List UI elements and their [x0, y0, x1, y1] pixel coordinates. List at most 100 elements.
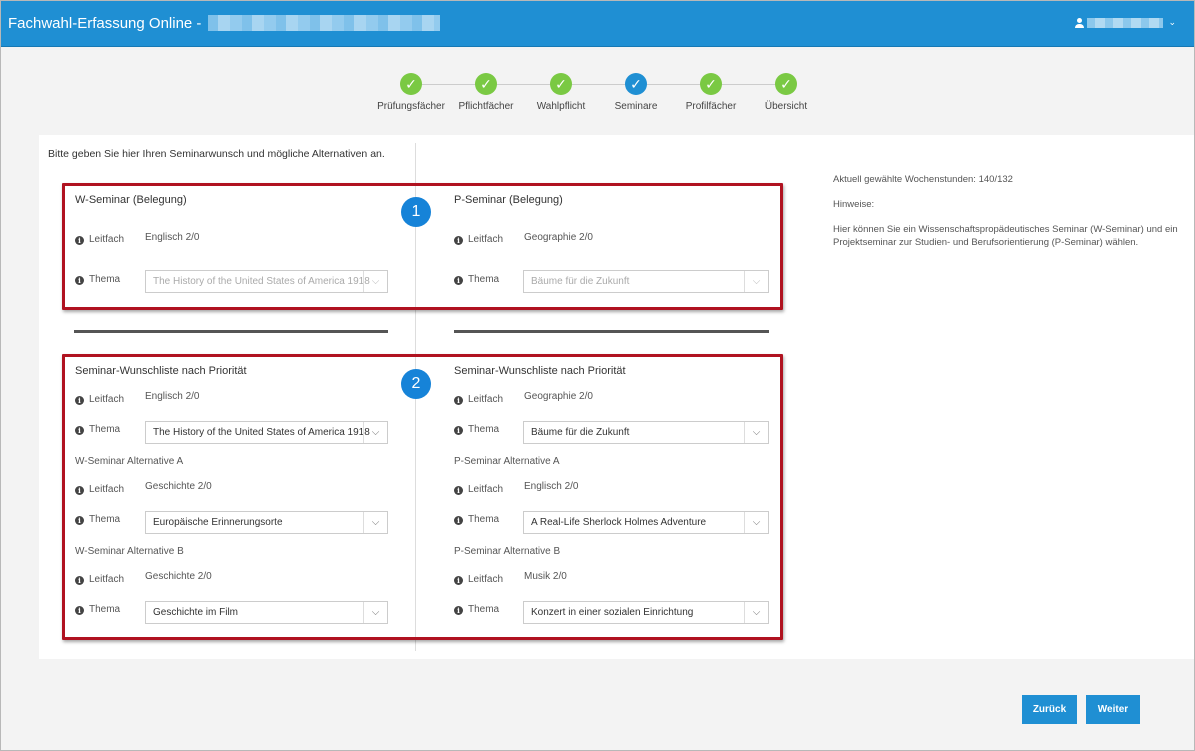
weekly-hours: Aktuell gewählte Wochenstunden: 140/132: [833, 174, 1013, 185]
w-seminar-belegung-title: W-Seminar (Belegung): [75, 194, 187, 206]
p-alt-b-leitfach-label: i Leitfach: [454, 574, 503, 585]
check-icon: ✓: [625, 73, 647, 95]
chevron-down-icon: ⌵: [363, 271, 387, 292]
w-alt-b-thema-select[interactable]: Geschichte im Film ⌵: [145, 601, 388, 624]
check-icon: ✓: [475, 73, 497, 95]
p-alt-b-thema-label: i Thema: [454, 604, 499, 615]
p-seminar-belegung-title: P-Seminar (Belegung): [454, 194, 563, 206]
w-alt-a-thema-label: i Thema: [75, 514, 120, 525]
p-wunsch-thema-label: i Thema: [454, 424, 499, 435]
redacted-school-name: [207, 15, 440, 31]
app-title: Fachwahl-Erfassung Online -: [8, 15, 440, 32]
step-label: Prüfungsfächer: [377, 101, 445, 112]
w-alt-b-leitfach-label: i Leitfach: [75, 574, 124, 585]
app-title-text: Fachwahl-Erfassung Online -: [8, 15, 202, 32]
info-icon: i: [75, 426, 84, 435]
p-alt-b-leitfach-value: Musik 2/0: [524, 571, 567, 582]
step-pruefungsfaecher[interactable]: ✓ Prüfungsfächer: [373, 73, 449, 112]
p-belegung-thema-select: Bäume für die Zukunft ⌵: [523, 270, 769, 293]
p-wunsch-thema-select[interactable]: Bäume für die Zukunft ⌵: [523, 421, 769, 444]
step-profilfaecher[interactable]: ✓ Profilfächer: [673, 73, 749, 112]
step-label: Übersicht: [764, 101, 808, 112]
chevron-down-icon: ⌄: [1168, 17, 1176, 27]
user-icon: [1075, 17, 1085, 28]
p-wunsch-leitfach-label: i Leitfach: [454, 394, 503, 405]
chevron-down-icon: ⌵: [744, 271, 768, 292]
chevron-down-icon: ⌵: [744, 512, 768, 533]
p-alt-a-leitfach-value: Englisch 2/0: [524, 481, 579, 492]
info-icon: i: [75, 516, 84, 525]
annotation-badge-1: 1: [401, 197, 431, 227]
info-icon: i: [75, 606, 84, 615]
step-wahlpflicht[interactable]: ✓ Wahlpflicht: [523, 73, 599, 112]
check-icon: ✓: [550, 73, 572, 95]
step-label: Seminare: [614, 101, 658, 112]
info-icon: i: [75, 486, 84, 495]
w-alt-a-leitfach-value: Geschichte 2/0: [145, 481, 212, 492]
info-icon: i: [454, 486, 463, 495]
w-alt-b-title: W-Seminar Alternative B: [75, 546, 184, 557]
step-uebersicht[interactable]: ✓ Übersicht: [748, 73, 824, 112]
p-belegung-thema-label: i Thema: [454, 274, 499, 285]
w-belegung-leitfach-label: i Leitfach: [75, 234, 124, 245]
p-alt-a-leitfach-label: i Leitfach: [454, 484, 503, 495]
section-separator: [454, 330, 769, 333]
step-label: Profilfächer: [685, 101, 737, 112]
step-seminare[interactable]: ✓ Seminare: [598, 73, 674, 112]
w-alt-a-title: W-Seminar Alternative A: [75, 456, 184, 467]
progress-stepper: ✓ Prüfungsfächer ✓ Pflichtfächer ✓ Wahlp…: [371, 73, 821, 117]
w-alt-a-thema-select[interactable]: Europäische Erinnerungsorte ⌵: [145, 511, 388, 534]
info-icon: i: [454, 426, 463, 435]
w-wunschliste-title: Seminar-Wunschliste nach Priorität: [75, 365, 247, 377]
p-alt-b-title: P-Seminar Alternative B: [454, 546, 561, 557]
back-button[interactable]: Zurück: [1022, 695, 1077, 724]
w-alt-b-leitfach-value: Geschichte 2/0: [145, 571, 212, 582]
top-bar: Fachwahl-Erfassung Online - ⌄: [1, 1, 1194, 47]
check-icon: ✓: [775, 73, 797, 95]
info-sidebar: Aktuell gewählte Wochenstunden: 140/132 …: [833, 173, 1183, 261]
p-alt-a-thema-select[interactable]: A Real-Life Sherlock Holmes Adventure ⌵: [523, 511, 769, 534]
redacted-user-name: [1087, 17, 1164, 28]
chevron-down-icon: ⌵: [744, 422, 768, 443]
p-alt-a-title: P-Seminar Alternative A: [454, 456, 560, 467]
info-icon: i: [75, 576, 84, 585]
chevron-down-icon: ⌵: [363, 602, 387, 623]
w-belegung-thema-label: i Thema: [75, 274, 120, 285]
info-icon: i: [454, 276, 463, 285]
info-icon: i: [454, 236, 463, 245]
hints-text: Hier können Sie ein Wissenschaftspropäde…: [833, 224, 1178, 248]
p-alt-b-thema-select[interactable]: Konzert in einer sozialen Einrichtung ⌵: [523, 601, 769, 624]
step-label: Pflichtfächer: [458, 101, 514, 112]
p-wunsch-leitfach-value: Geographie 2/0: [524, 391, 593, 402]
annotation-badge-2: 2: [401, 369, 431, 399]
step-label: Wahlpflicht: [536, 101, 586, 112]
w-wunsch-leitfach-value: Englisch 2/0: [145, 391, 200, 402]
info-icon: i: [75, 236, 84, 245]
check-icon: ✓: [700, 73, 722, 95]
w-wunsch-leitfach-label: i Leitfach: [75, 394, 124, 405]
check-icon: ✓: [400, 73, 422, 95]
info-icon: i: [454, 606, 463, 615]
info-icon: i: [454, 516, 463, 525]
p-belegung-leitfach-value: Geographie 2/0: [524, 232, 593, 243]
p-wunschliste-title: Seminar-Wunschliste nach Priorität: [454, 365, 626, 377]
intro-text: Bitte geben Sie hier Ihren Seminarwunsch…: [48, 148, 385, 160]
p-alt-a-thema-label: i Thema: [454, 514, 499, 525]
next-button[interactable]: Weiter: [1086, 695, 1140, 724]
hints-title: Hinweise:: [833, 199, 875, 210]
w-alt-b-thema-label: i Thema: [75, 604, 120, 615]
section-separator: [74, 330, 388, 333]
step-pflichtfaecher[interactable]: ✓ Pflichtfächer: [448, 73, 524, 112]
w-belegung-thema-select: The History of the United States of Amer…: [145, 270, 388, 293]
w-wunsch-thema-label: i Thema: [75, 424, 120, 435]
w-wunsch-thema-select[interactable]: The History of the United States of Amer…: [145, 421, 388, 444]
user-menu[interactable]: ⌄: [1075, 17, 1176, 28]
chevron-down-icon: ⌵: [744, 602, 768, 623]
info-icon: i: [75, 276, 84, 285]
chevron-down-icon: ⌵: [363, 512, 387, 533]
info-icon: i: [454, 576, 463, 585]
info-icon: i: [454, 396, 463, 405]
w-belegung-leitfach-value: Englisch 2/0: [145, 232, 200, 243]
w-alt-a-leitfach-label: i Leitfach: [75, 484, 124, 495]
p-belegung-leitfach-label: i Leitfach: [454, 234, 503, 245]
